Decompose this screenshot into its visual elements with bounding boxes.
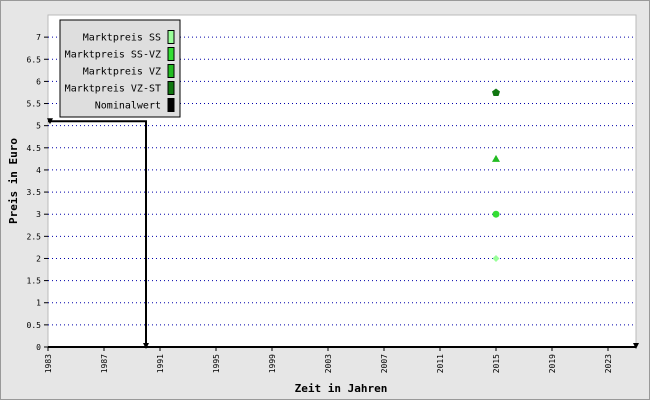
x-tick-label: 1999	[268, 354, 277, 373]
x-tick-label: 2003	[324, 354, 333, 373]
y-tick-label: 3	[36, 210, 41, 219]
x-tick-label: 1995	[212, 354, 221, 373]
legend-swatch	[167, 30, 175, 44]
data-point-marktpreis-ss-vz	[492, 210, 500, 218]
x-tick-label: 2011	[436, 354, 445, 373]
y-tick-label: 5.5	[27, 100, 42, 109]
legend-label: Marktpreis VZ	[83, 67, 161, 78]
x-tick-label: 2007	[380, 354, 389, 373]
y-tick-label: 0	[36, 343, 41, 352]
legend-label: Marktpreis VZ-ST	[65, 84, 161, 95]
legend-label: Marktpreis SS-VZ	[65, 50, 161, 61]
legend-swatch	[167, 98, 175, 112]
y-tick-label: 1.5	[27, 277, 42, 286]
x-tick-label: 1991	[156, 354, 165, 373]
y-tick-label: 6	[36, 77, 41, 86]
legend-label: Marktpreis SS	[83, 33, 161, 44]
x-tick-label: 2023	[604, 354, 613, 373]
x-axis-title: Zeit in Jahren	[295, 382, 388, 395]
legend-swatch	[167, 64, 175, 78]
y-tick-label: 7	[36, 33, 41, 42]
y-tick-label: 5	[36, 122, 41, 131]
x-tick-label: 1983	[44, 354, 53, 373]
y-tick-label: 2	[36, 254, 41, 263]
y-tick-label: 3.5	[27, 188, 42, 197]
x-tick-label: 1987	[100, 354, 109, 373]
y-tick-label: 6.5	[27, 55, 42, 64]
legend: Marktpreis SS Marktpreis SS-VZ Marktpreis …	[59, 19, 181, 118]
legend-swatch	[167, 81, 175, 95]
scatter-chart: 0 0.5 1 1.5 2 2.5 3 3.5 4 4.5 5 5.5 6 6.5 7 1983 1987 19…	[0, 0, 650, 400]
y-tick-label: 4.5	[27, 144, 42, 153]
y-tick-label: 0.5	[27, 321, 42, 330]
x-tick-label: 2015	[492, 354, 501, 373]
legend-label: Nominalwert	[95, 101, 161, 112]
legend-swatch	[167, 47, 175, 61]
x-tick-label: 2019	[548, 354, 557, 373]
y-tick-label: 2.5	[27, 232, 42, 241]
y-tick-label: 1	[36, 299, 41, 308]
y-axis-title: Preis in Euro	[7, 138, 20, 224]
y-tick-label: 4	[36, 166, 41, 175]
chart-container: 0 0.5 1 1.5 2 2.5 3 3.5 4 4.5 5 5.5 6 6.5 7 1983 1987 19…	[0, 0, 650, 400]
